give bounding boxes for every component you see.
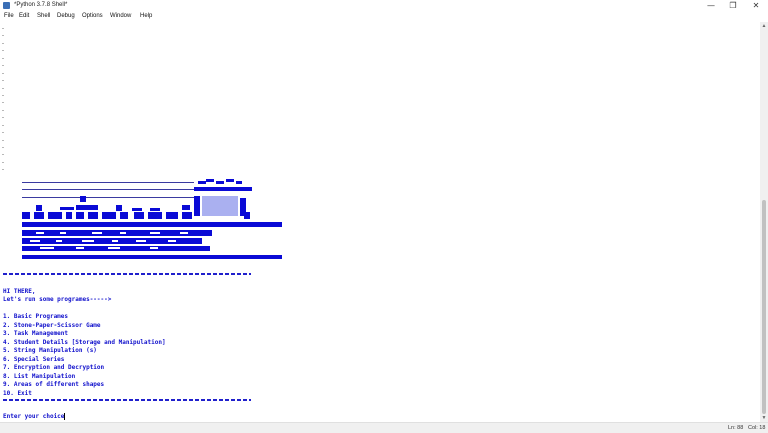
vertical-scrollbar[interactable]: ▲ ▼ <box>760 22 768 422</box>
menu-options[interactable]: Options <box>82 12 103 21</box>
menu-option: 8. List Manipulation <box>3 372 76 380</box>
menu-shell[interactable]: Shell <box>37 12 50 21</box>
shell-output-area[interactable]: - - - - - - - - - - - - - - - - - - - - <box>0 22 760 422</box>
status-bar: Ln: 88 Col: 18 <box>0 422 768 433</box>
menu-option: 5. String Manipulation (s) <box>3 347 97 354</box>
menu-option: 9. Areas of different shapes <box>3 381 105 388</box>
menu-edit[interactable]: Edit <box>19 12 29 21</box>
text-cursor <box>64 413 66 420</box>
ascii-art-banner <box>22 179 282 259</box>
input-prompt-line[interactable]: Enter your choice <box>3 413 66 421</box>
menu-option: 3. Task Management <box>3 330 69 337</box>
prompt-text: Enter your choice <box>3 413 65 420</box>
window-title: *Python 3.7.8 Shell* <box>14 2 68 8</box>
divider-top <box>3 273 251 275</box>
close-button[interactable]: ✕ <box>745 0 767 11</box>
scroll-up-arrow-icon[interactable]: ▲ <box>760 22 768 30</box>
menu-file[interactable]: File <box>4 12 14 21</box>
menu-option: 1. Basic Programes <box>3 313 69 320</box>
line-number: Ln: 88 <box>728 425 744 431</box>
menu-option: 6. Special Series <box>3 355 65 363</box>
minimize-button[interactable]: — <box>700 0 722 11</box>
python-idle-icon <box>3 2 10 9</box>
menu-option: 4. Student Details [Storage and Manipula… <box>3 338 166 346</box>
title-bar: *Python 3.7.8 Shell* — ❐ ✕ <box>0 0 768 11</box>
menu-option: 10. Exit <box>3 389 32 397</box>
scroll-down-arrow-icon[interactable]: ▼ <box>760 414 768 422</box>
menu-option: 2. Stone-Paper-Scissor Game <box>3 321 101 329</box>
scrollbar-thumb[interactable] <box>762 200 766 414</box>
menu-debug[interactable]: Debug <box>57 12 75 21</box>
subtitle-text: Let's run some programes-----> <box>3 296 112 303</box>
menu-option: 7. Encryption and Decryption <box>3 364 105 371</box>
divider-bottom <box>3 399 251 401</box>
column-number: Col: 18 <box>748 425 766 431</box>
greeting-text: HI THERE, <box>3 288 36 295</box>
menu-window[interactable]: Window <box>110 12 131 21</box>
maximize-button[interactable]: ❐ <box>722 0 744 11</box>
menu-help[interactable]: Help <box>140 12 152 21</box>
